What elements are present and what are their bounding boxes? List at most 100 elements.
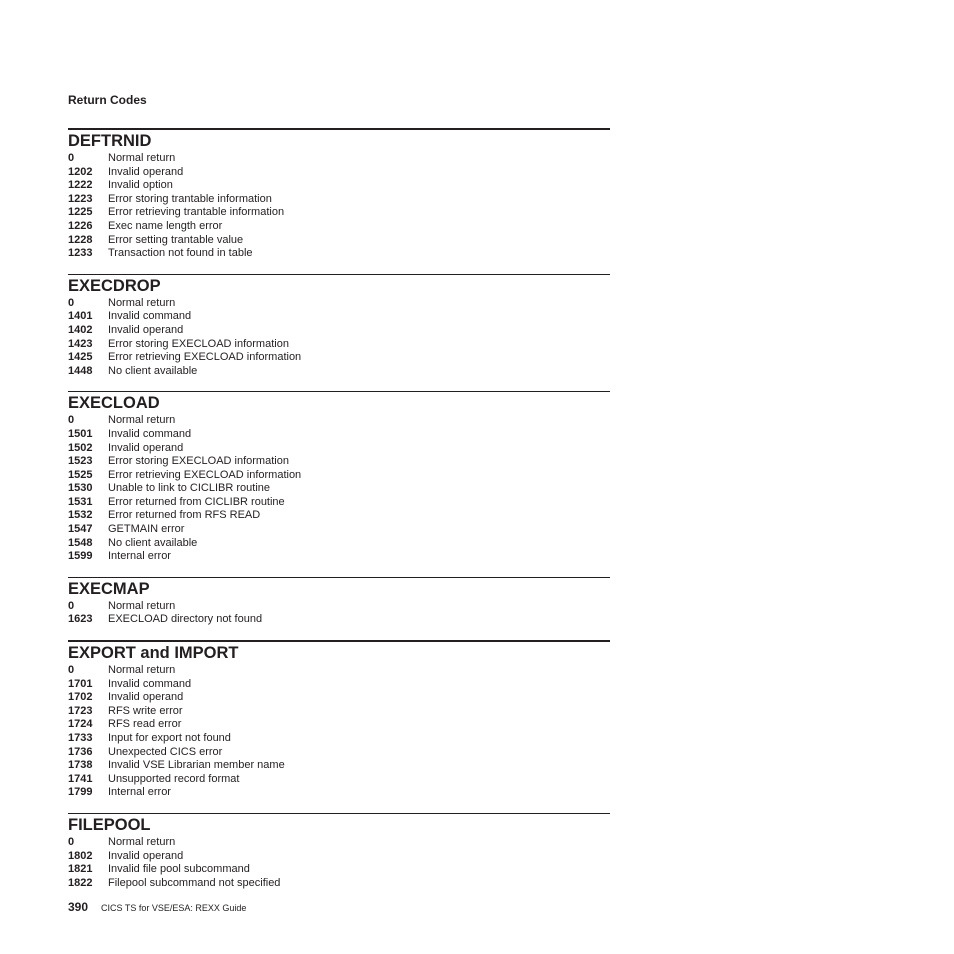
return-code-description: Error returned from CICLIBR routine xyxy=(108,495,285,508)
return-code-row: 1723 RFS write error xyxy=(68,705,610,719)
return-code-description: Error retrieving EXECLOAD information xyxy=(108,468,302,481)
return-code: 1523 xyxy=(68,455,93,468)
return-code-description: Error retrieving trantable information xyxy=(108,206,285,219)
return-code-sections: DEFTRNID 0 Normal return 1202 Invalid operan… xyxy=(68,128,610,903)
return-code: 1530 xyxy=(68,482,93,495)
return-code: 1724 xyxy=(68,718,93,731)
return-code-row: 1448 No client available xyxy=(68,365,610,379)
section-title: EXECDROP xyxy=(68,276,161,295)
return-code: 0 xyxy=(68,599,75,612)
return-code-row: 1425 Error retrieving EXECLOAD informatio… xyxy=(68,351,610,365)
return-code-row: 1402 Invalid operand xyxy=(68,324,610,338)
return-code: 1733 xyxy=(68,732,93,744)
return-code: 1228 xyxy=(68,233,93,246)
return-code: 1532 xyxy=(68,509,93,522)
return-code-description: No client available xyxy=(108,364,198,377)
return-code-description: Invalid operand xyxy=(108,849,184,862)
return-code-row: 1821 Invalid file pool subcommand xyxy=(68,863,610,877)
return-code-description: Filepool subcommand not specified xyxy=(108,876,281,889)
return-code: 1425 xyxy=(68,351,93,364)
return-code-description: Exec name length error xyxy=(108,219,223,232)
return-code-row: 1226 Exec name length error xyxy=(68,220,610,234)
return-code: 1822 xyxy=(68,876,93,889)
return-code-row: 1724 RFS read error xyxy=(68,718,610,732)
return-code: 1226 xyxy=(68,219,93,232)
return-code-row: 1525 Error retrieving EXECLOAD informatio… xyxy=(68,469,610,483)
return-code: 1225 xyxy=(68,206,93,219)
return-code-row: 0 Normal return xyxy=(68,836,610,850)
return-code-row: 1738 Invalid VSE Librarian member name xyxy=(68,759,610,773)
return-code-description: Normal return xyxy=(108,152,176,164)
return-code: 1401 xyxy=(68,310,93,323)
return-code-description: Invalid operand xyxy=(108,323,184,336)
return-code-row: 1532 Error returned from RFS READ xyxy=(68,509,610,523)
return-code-description: Invalid file pool subcommand xyxy=(108,863,250,876)
return-code-row: 1530 Unable to link to CICLIBR routine xyxy=(68,482,610,496)
return-code: 1202 xyxy=(68,165,93,178)
return-code-row: 1222 Invalid option xyxy=(68,179,610,193)
return-code-row: 1523 Error storing EXECLOAD information xyxy=(68,455,610,469)
section-title: EXPORT and IMPORT xyxy=(68,644,239,663)
return-code: 1548 xyxy=(68,536,93,549)
page-footer: 390 CICS TS for VSE/ESA: REXX Guide xyxy=(68,900,246,914)
return-code-row: 0 Normal return xyxy=(68,297,610,311)
return-code-row: 1223 Error storing trantable information xyxy=(68,193,610,207)
return-code-row: 1701 Invalid command xyxy=(68,678,610,692)
section-title: FILEPOOL xyxy=(68,815,151,834)
return-code-row: 1599 Internal error xyxy=(68,550,610,564)
return-code-description: RFS read error xyxy=(108,718,182,731)
return-code-row: 1233 Transaction not found in table xyxy=(68,247,610,261)
return-code-row: 1502 Invalid operand xyxy=(68,442,610,456)
return-code-row: 1547 GETMAIN error xyxy=(68,523,610,537)
return-code-row: 0 Normal return xyxy=(68,414,610,428)
return-code: 0 xyxy=(68,414,75,427)
return-code-row: 1501 Invalid command xyxy=(68,428,610,442)
return-code-description: Normal return xyxy=(108,664,176,677)
return-code-description: Input for export not found xyxy=(108,732,231,744)
return-code: 1222 xyxy=(68,179,93,192)
return-code-description: Unable to link to CICLIBR routine xyxy=(108,482,271,495)
return-code: 1599 xyxy=(68,550,93,563)
return-code: 1402 xyxy=(68,323,93,336)
return-code-row: 1733 Input for export not found xyxy=(68,732,610,746)
return-code-description: Error setting trantable value xyxy=(108,233,244,246)
return-code: 1821 xyxy=(68,863,93,876)
section-execdrop: EXECDROP 0 Normal return 1401 Invalid comman… xyxy=(68,273,610,379)
return-code-row: 0 Normal return xyxy=(68,600,610,614)
return-code-row: 0 Normal return xyxy=(68,664,610,678)
return-code-description: Error storing EXECLOAD information xyxy=(108,337,289,350)
return-code-row: 1401 Invalid command xyxy=(68,310,610,324)
return-code-row: 1225 Error retrieving trantable informati… xyxy=(68,206,610,220)
section-deftrnid: DEFTRNID 0 Normal return 1202 Invalid operan… xyxy=(68,128,610,261)
return-code-description: Invalid command xyxy=(108,310,192,323)
section-filepool: FILEPOOL 0 Normal return 1802 Invalid operan… xyxy=(68,812,610,890)
return-code-description: Normal return xyxy=(108,296,176,309)
return-code-description: Invalid command xyxy=(108,427,192,440)
return-code-description: Normal return xyxy=(108,835,176,848)
section-title: DEFTRNID xyxy=(68,132,152,150)
return-code: 1741 xyxy=(68,772,93,785)
return-code-row: 1741 Unsupported record format xyxy=(68,773,610,787)
return-code-description: Unexpected CICS error xyxy=(108,745,223,758)
return-code-row: 1799 Internal error xyxy=(68,786,610,800)
return-code: 0 xyxy=(68,152,75,164)
return-code-row: 1736 Unexpected CICS error xyxy=(68,746,610,760)
return-code-row: 1531 Error returned from CICLIBR routine xyxy=(68,496,610,510)
return-code-description: Invalid operand xyxy=(108,441,184,454)
return-code: 1423 xyxy=(68,337,93,350)
return-code-row: 1548 No client available xyxy=(68,537,610,551)
return-code: 1736 xyxy=(68,745,93,758)
book-title: CICS TS for VSE/ESA: REXX Guide xyxy=(101,903,247,913)
return-code: 0 xyxy=(68,296,75,309)
return-code-row: 1623 EXECLOAD directory not found xyxy=(68,613,610,627)
return-code: 1738 xyxy=(68,759,93,772)
return-code: 1501 xyxy=(68,427,93,440)
return-code: 1623 xyxy=(68,613,93,626)
return-code-description: Invalid operand xyxy=(108,691,184,704)
return-code-description: Error storing trantable information xyxy=(108,192,272,205)
return-code: 0 xyxy=(68,835,75,848)
return-code-description: Invalid operand xyxy=(108,165,184,178)
return-code-row: 1702 Invalid operand xyxy=(68,691,610,705)
return-code-row: 1228 Error setting trantable value xyxy=(68,234,610,248)
return-code-description: Error storing EXECLOAD information xyxy=(108,455,289,468)
